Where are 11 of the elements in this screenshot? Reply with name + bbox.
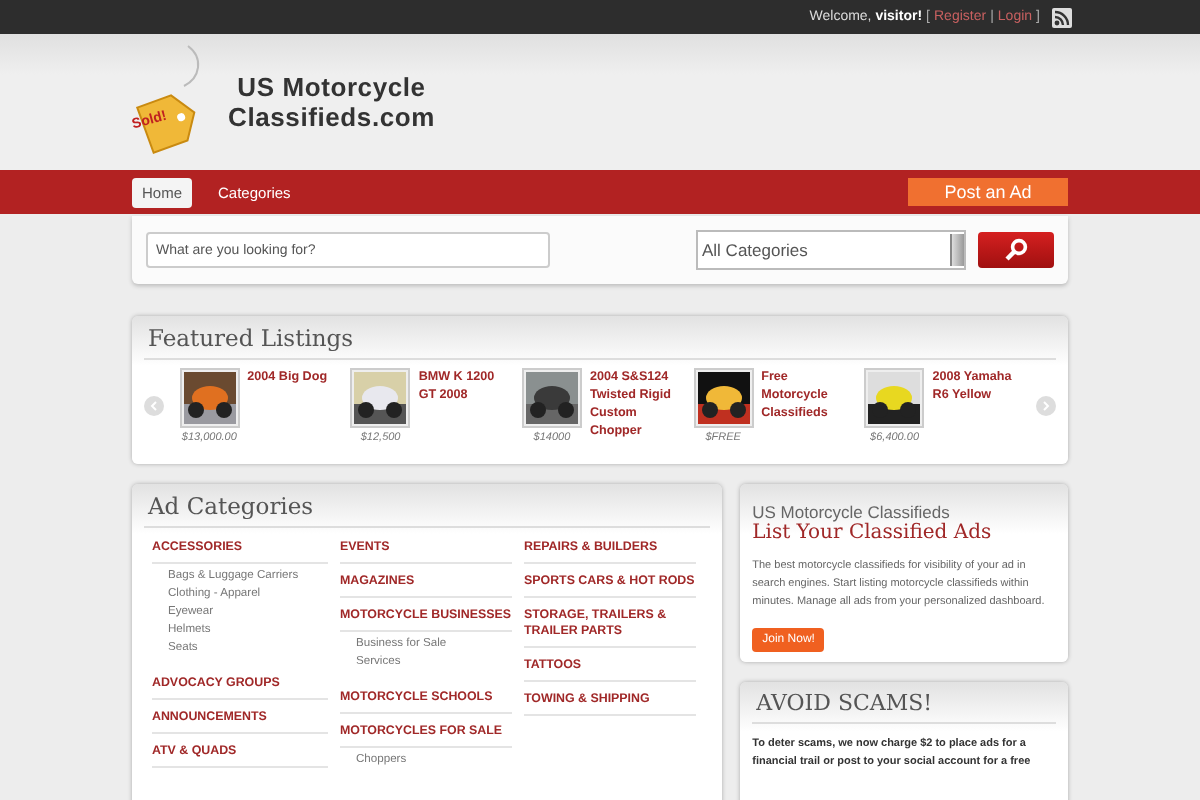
promo-title: List Your Classified Ads xyxy=(752,522,994,544)
search-icon xyxy=(1004,238,1028,262)
site-title: Classifieds.com xyxy=(228,102,435,132)
site-title: US Motorcycle xyxy=(235,72,428,102)
search-button[interactable] xyxy=(978,232,1054,268)
rss-icon[interactable] xyxy=(1052,7,1072,27)
promo-subtitle: US Motorcycle Classifieds xyxy=(752,502,952,522)
panel-title: Featured Listings xyxy=(144,316,1056,360)
panel-title: AVOID SCAMS! xyxy=(752,682,1056,724)
panel-title: Ad Categories xyxy=(144,484,711,528)
category-dropdown[interactable]: All Categories xyxy=(696,230,966,270)
